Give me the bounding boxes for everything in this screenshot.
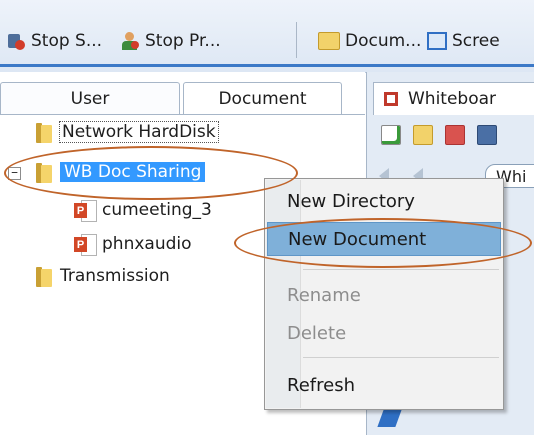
tree-item-label: cumeeting_3	[102, 200, 212, 220]
whiteboard-tab-label: Whiteboar	[408, 89, 497, 109]
tree-item-phnxaudio[interactable]: P phnxaudio	[74, 230, 192, 258]
tree-item-transmission[interactable]: Transmission	[34, 262, 170, 290]
open-folder-icon[interactable]	[413, 125, 433, 145]
tree-item-wb-doc-sharing[interactable]: WB Doc Sharing	[34, 158, 206, 186]
folder-icon	[34, 265, 54, 287]
tab-divider	[0, 114, 365, 115]
new-page-icon[interactable]	[381, 125, 401, 145]
tree-item-network-harddisk[interactable]: Network HardDisk	[34, 118, 219, 146]
tree-item-label: WB Doc Sharing	[60, 162, 206, 182]
documents-button[interactable]: Docum...	[318, 28, 421, 54]
powerpoint-file-icon: P	[74, 199, 97, 222]
stop-sharing-label: Stop S...	[31, 31, 103, 51]
menu-item-delete: Delete	[287, 322, 347, 344]
tree-item-label: Network HardDisk	[59, 121, 219, 143]
screen-button[interactable]: Scree	[427, 28, 500, 54]
context-menu: New Directory New Document Rename Delete…	[264, 178, 504, 410]
folder-icon	[34, 121, 54, 143]
stop-presenting-icon	[120, 31, 140, 51]
stop-presenting-label: Stop Pr...	[145, 31, 221, 51]
collapse-toggle[interactable]: −	[8, 167, 21, 180]
save-icon[interactable]	[477, 125, 497, 145]
screen-label: Scree	[452, 31, 500, 51]
menu-item-new-directory[interactable]: New Directory	[267, 184, 501, 218]
tree-item-cumeeting[interactable]: P cumeeting_3	[74, 196, 212, 224]
stop-sharing-button[interactable]: Stop S...	[6, 28, 102, 54]
tree-item-label: Transmission	[60, 266, 170, 286]
toolbar-separator	[296, 22, 297, 58]
whiteboard-icon	[384, 92, 398, 106]
import-icon[interactable]	[445, 125, 465, 145]
tree-item-label: phnxaudio	[102, 234, 192, 254]
screen-icon	[427, 32, 447, 50]
whiteboard-toolbar	[373, 120, 534, 150]
stop-sharing-icon	[6, 31, 26, 51]
tab-whiteboard[interactable]: Whiteboar	[373, 82, 534, 115]
menu-item-new-document[interactable]: New Document	[267, 222, 501, 256]
menu-separator	[303, 357, 499, 358]
toolbar-accent-line	[0, 64, 534, 67]
tab-document[interactable]: Document	[183, 82, 342, 115]
tab-user[interactable]: User	[0, 82, 180, 115]
pointer-tool-icon[interactable]	[377, 407, 403, 427]
menu-item-refresh[interactable]: Refresh	[267, 368, 501, 402]
folder-icon	[34, 161, 54, 183]
stop-presenting-button[interactable]: Stop Pr...	[120, 28, 221, 54]
documents-label: Docum...	[345, 31, 422, 51]
menu-item-rename: Rename	[287, 284, 361, 306]
folder-icon	[318, 32, 340, 50]
powerpoint-file-icon: P	[74, 233, 97, 256]
top-toolbar: Stop S... Stop Pr... Docum... Scree	[0, 0, 534, 73]
menu-separator	[303, 269, 499, 270]
